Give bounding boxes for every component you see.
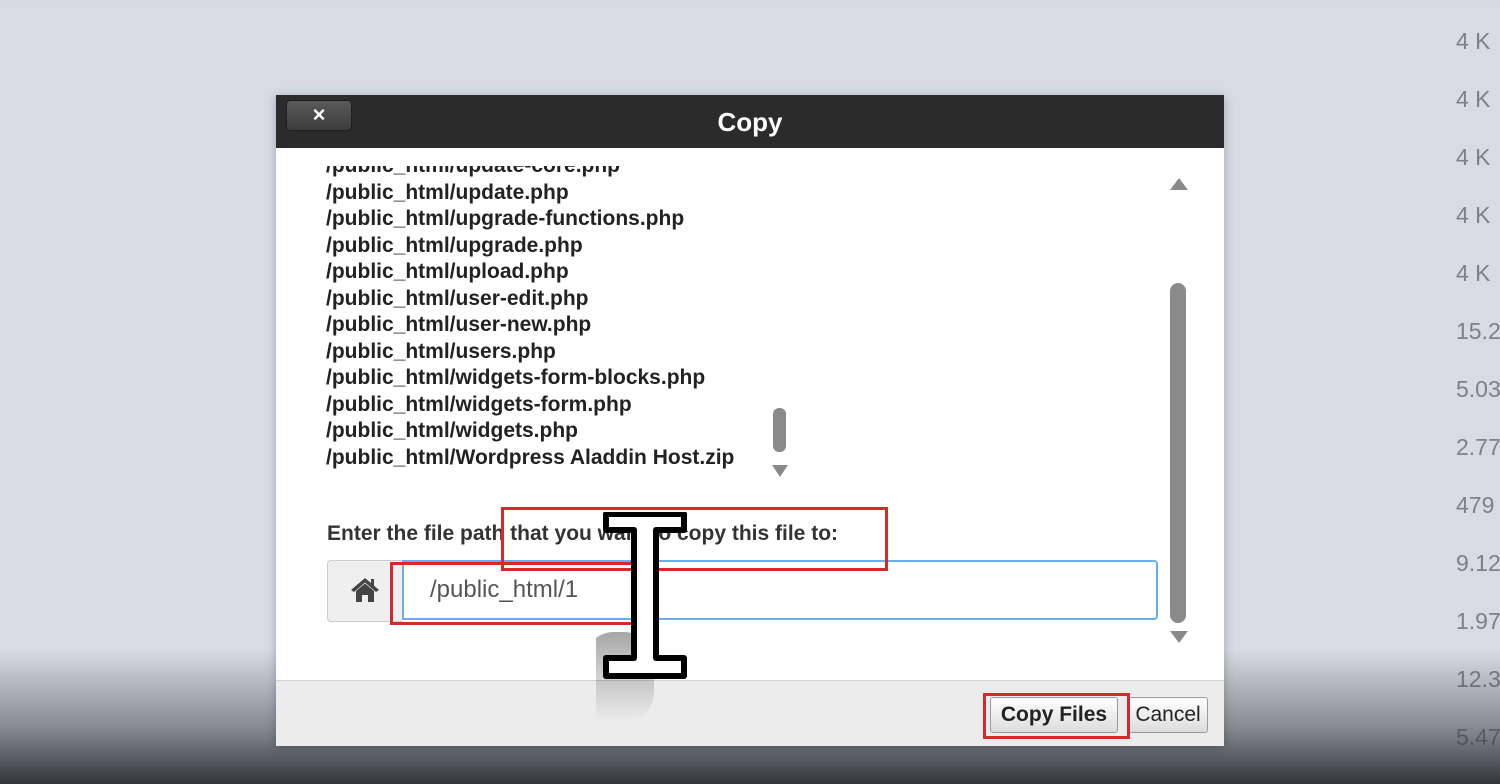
- file-size-cell: 5.03: [1456, 376, 1500, 402]
- scroll-up-arrow-icon[interactable]: [1170, 178, 1188, 190]
- file-size-cell: 2.77: [1456, 434, 1500, 460]
- file-item: /public_html/widgets-form-blocks.php: [326, 366, 706, 389]
- file-item: /public_html/update.php: [326, 180, 569, 204]
- dialog-scroll-thumb[interactable]: [1170, 283, 1186, 623]
- file-list-scroll-thumb[interactable]: [773, 408, 786, 452]
- dialog-footer: Copy Files Cancel: [276, 680, 1224, 746]
- file-size-cell: 4 K: [1456, 144, 1491, 170]
- file-item: /public_html/update-core.php: [326, 166, 734, 180]
- file-size-cell: 9.12: [1456, 550, 1500, 576]
- file-size-cell: 15.2: [1456, 318, 1500, 344]
- file-item: /public_html/widgets-form.php: [326, 392, 632, 416]
- cancel-button[interactable]: Cancel: [1128, 697, 1208, 733]
- file-item: /public_html/users.php: [326, 339, 556, 363]
- file-size-cell: 1.97: [1456, 608, 1500, 634]
- file-size-cell: 4 K: [1456, 28, 1491, 54]
- file-size-cell: 4 K: [1456, 202, 1491, 228]
- copy-files-button[interactable]: Copy Files: [990, 697, 1118, 733]
- selected-files-list: /public_html/update-core.php /public_htm…: [326, 166, 796, 484]
- destination-path-input[interactable]: [402, 560, 1158, 620]
- destination-prompt: Enter the file path that you want to cop…: [327, 522, 839, 545]
- copy-dialog: × Copy /public_html/update-core.php /pub…: [276, 95, 1224, 746]
- scroll-down-arrow-icon[interactable]: [772, 465, 788, 477]
- file-item: /public_html/Wordpress Aladdin Host.zip: [326, 445, 735, 469]
- file-item: /public_html/widgets.php: [326, 419, 578, 442]
- file-item: /public_html/upgrade-functions.php: [326, 207, 685, 230]
- file-item: /public_html/user-new.php: [326, 313, 592, 336]
- dialog-body: /public_html/update-core.php /public_htm…: [276, 148, 1224, 680]
- file-item: /public_html/user-edit.php: [326, 286, 589, 310]
- destination-path-group: [327, 560, 1163, 622]
- dialog-header: × Copy: [276, 95, 1224, 148]
- file-list-scrollbar[interactable]: [770, 178, 792, 483]
- file-size-cell: 479: [1456, 492, 1495, 518]
- scroll-down-arrow-icon[interactable]: [1170, 631, 1188, 643]
- background-file-row: 4 K: [0, 8, 1500, 67]
- file-item: /public_html/upload.php: [326, 260, 569, 283]
- file-size-cell: 4 K: [1456, 260, 1491, 286]
- home-icon: [327, 560, 402, 622]
- file-item: /public_html/upgrade.php: [326, 233, 583, 257]
- dialog-scrollbar[interactable]: [1166, 178, 1190, 644]
- dialog-title: Copy: [717, 107, 783, 137]
- file-size-cell: 4 K: [1456, 86, 1491, 112]
